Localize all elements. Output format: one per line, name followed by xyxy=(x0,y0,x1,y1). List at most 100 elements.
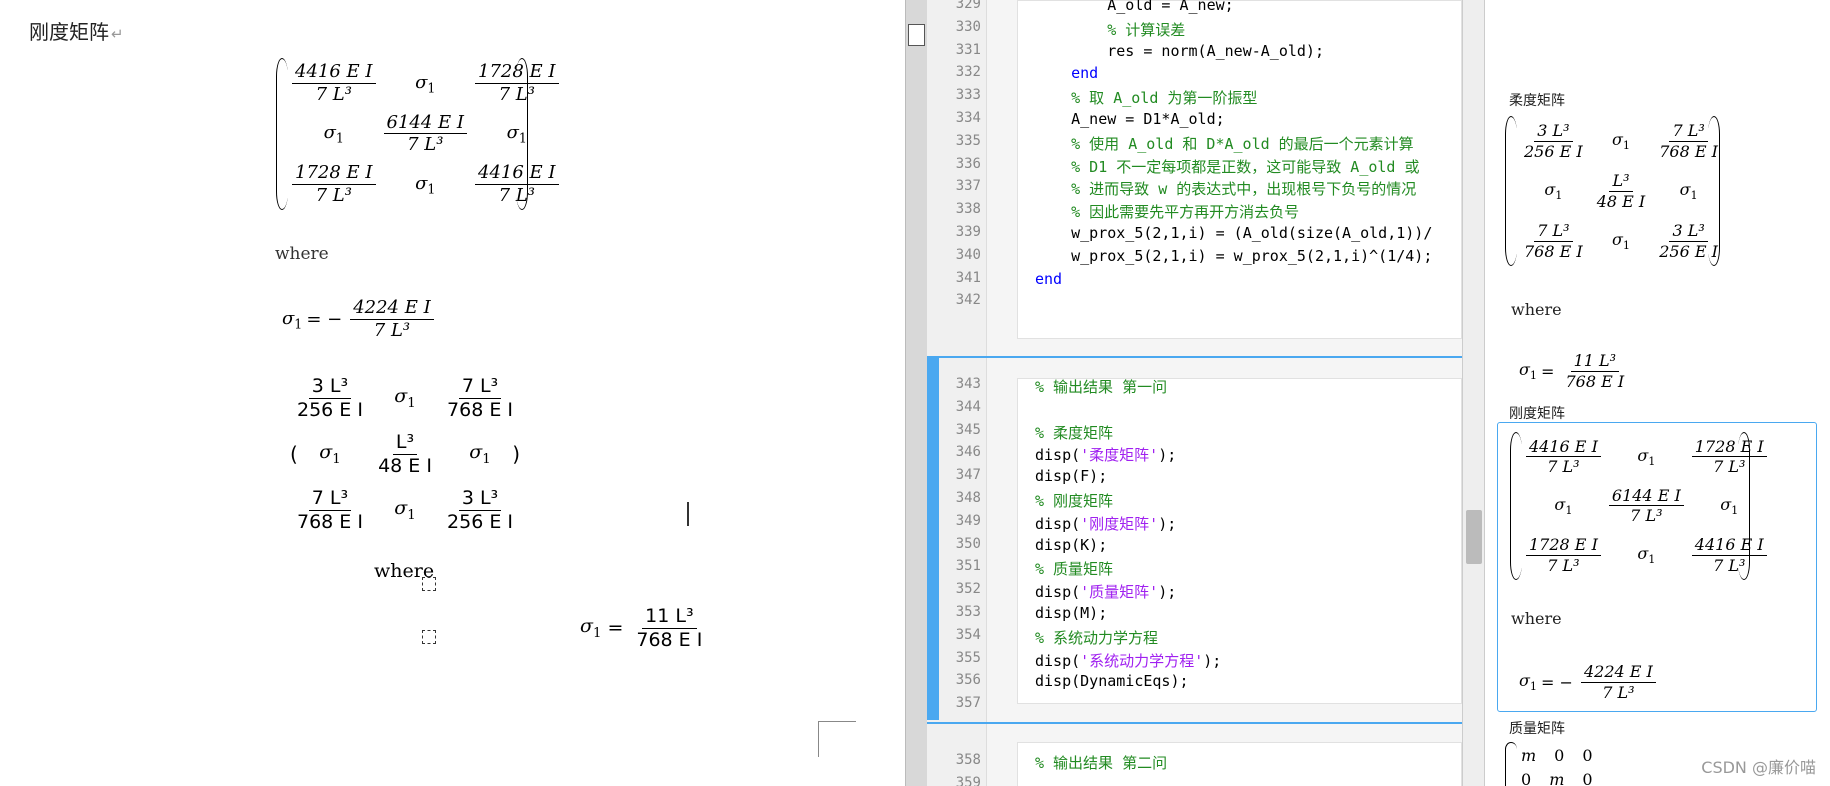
flexibility-matrix-unformatted: ( ) 3 L³ 256 E Iσ1 7 L³ 768 E Iσ1 L³ 48 E Iσ1… xyxy=(290,370,520,538)
line-number: 355 xyxy=(955,649,981,666)
mass-row: 0m0 xyxy=(1521,770,1593,786)
output-label-mass: 质量矩阵 xyxy=(1509,721,1565,737)
left-paren xyxy=(1510,432,1522,580)
line-number: 346 xyxy=(955,444,981,461)
string-literal: '柔度矩阵' xyxy=(1080,446,1159,465)
code-line[interactable]: disp(K); xyxy=(1035,536,1107,554)
code-line[interactable]: disp('质量矩阵'); xyxy=(1035,581,1176,602)
line-number: 329 xyxy=(955,0,981,12)
matrix-cell: σ1 xyxy=(324,122,344,146)
code-line[interactable]: disp(F); xyxy=(1035,467,1107,485)
line-number: 353 xyxy=(955,604,981,620)
code-line[interactable]: disp('柔度矩阵'); xyxy=(1035,444,1176,465)
matrix-cell: 4416 E I7 L³ xyxy=(471,163,563,206)
matrix-cell: 7 L³ 768 E I xyxy=(440,375,520,421)
sigma-symbol: σ1 xyxy=(506,122,527,146)
pane-splitter[interactable] xyxy=(905,0,927,786)
where-label: where xyxy=(275,244,329,264)
output-pane[interactable]: 柔度矩阵 3 L³ 256 E I σ1 7 L³ 768 E I σ1 L³ 48 E I σ… xyxy=(1484,0,1830,786)
fraction: 4224 E I7 L³ xyxy=(350,298,434,341)
output-mass-matrix: m00 0m0 xyxy=(1505,742,1620,786)
matrix-cell: σ1 xyxy=(1680,180,1698,202)
word-document[interactable]: 刚度矩阵 ↵ 4416 E I7 L³ σ1 1728 E I7 L³ σ1 6144 E… xyxy=(0,0,905,786)
where-label: where xyxy=(374,560,435,582)
equation-placeholder[interactable] xyxy=(422,630,436,644)
code-line[interactable]: end xyxy=(1035,270,1062,288)
code-line[interactable]: end xyxy=(1035,64,1098,82)
line-number: 352 xyxy=(955,581,981,598)
fraction: 4416 E I7 L³ xyxy=(1691,536,1767,574)
line-number: 331 xyxy=(955,41,981,58)
code-line[interactable]: A_new = D1*A_old; xyxy=(1035,110,1225,128)
code-line[interactable]: % 输出结果 第二问 xyxy=(1035,752,1167,773)
live-editor[interactable]: 329 A_old = A_new; 330 % 计算误差 331 res = no… xyxy=(927,0,1484,786)
matrix-cell: 4416 E I7 L³ xyxy=(1688,536,1771,574)
code-line[interactable]: % D1 不一定每项都是正数，这可能导致 A_old 或 xyxy=(1035,156,1419,177)
line-number: 332 xyxy=(955,64,981,81)
matrix-cell: 7 L³ 768 E I xyxy=(1652,122,1725,160)
sigma-symbol: σ1 xyxy=(415,172,436,197)
sigma-symbol: σ1 xyxy=(1544,179,1563,203)
code-line[interactable]: w_prox_5(2,1,i) = (A_old(size(A_old,1))/ xyxy=(1035,224,1432,242)
line-number: 337 xyxy=(955,178,981,195)
matrix-cell: σ1 xyxy=(319,441,340,467)
code-line[interactable]: % 因此需要先平方再开方消去负号 xyxy=(1035,201,1299,222)
code-line[interactable]: % 输出结果 第一问 xyxy=(1035,376,1167,397)
fraction: L³ 48 E I xyxy=(378,430,432,477)
text-cursor xyxy=(687,502,689,526)
sigma-equation: σ1 = 11 L³ 768 E I xyxy=(580,606,709,651)
line-number: 344 xyxy=(955,398,981,415)
code-line[interactable]: % 使用 A_old 和 D*A_old 的最后一个元素计算 xyxy=(1035,133,1414,154)
code-line[interactable]: res = norm(A_new-A_old); xyxy=(1035,42,1324,60)
matrix-cell: σ1 xyxy=(415,173,435,197)
code-line[interactable]: disp('刚度矩阵'); xyxy=(1035,513,1176,534)
code-line[interactable]: % 进而导致 w 的表达式中，出现根号下负号的情况 xyxy=(1035,178,1416,199)
matrix-cell: σ1 xyxy=(394,497,415,523)
matrix-cell: L³ 48 E I xyxy=(1590,172,1653,210)
code-line[interactable]: A_old = A_new; xyxy=(1035,0,1233,14)
code-line[interactable]: w_prox_5(2,1,i) = w_prox_5(2,1,i)^(1/4); xyxy=(1035,247,1432,265)
output-flexibility-matrix: 3 L³ 256 E I σ1 7 L³ 768 E I σ1 L³ 48 E I σ1 7 L³… xyxy=(1505,116,1720,266)
matrix-cell: 6144 E I7 L³ xyxy=(1605,487,1688,525)
code-line[interactable]: disp(DynamicEqs); xyxy=(1035,672,1189,690)
matrix-grid: 3 L³ 256 E I σ1 7 L³ 768 E I σ1 L³ 48 E I σ1 7 L³… xyxy=(1517,116,1718,266)
matrix-cell: σ1 xyxy=(394,385,415,411)
sigma-symbol: σ1 xyxy=(415,71,436,96)
line-number: 343 xyxy=(955,376,981,392)
code-line[interactable]: % 系统动力学方程 xyxy=(1035,627,1158,648)
sigma-symbol: σ1 xyxy=(1554,494,1573,518)
screen: 刚度矩阵 ↵ 4416 E I7 L³ σ1 1728 E I7 L³ σ1 6144 E… xyxy=(0,0,1830,786)
code-line[interactable]: % 取 A_old 为第一阶振型 xyxy=(1035,87,1257,108)
scrollbar-thumb[interactable] xyxy=(1466,510,1482,564)
matrix-cell: L³ 48 E I xyxy=(371,430,439,477)
matrix-cell: σ1 xyxy=(1720,495,1738,517)
sigma-symbol: σ1 xyxy=(323,122,344,146)
editor-scrollbar[interactable] xyxy=(1462,0,1484,786)
sigma-symbol: σ1 xyxy=(319,441,341,467)
left-paren xyxy=(1505,742,1517,786)
matrix-cell: σ1 xyxy=(1637,544,1655,566)
fraction: 6144 E I7 L³ xyxy=(383,112,468,156)
code-line[interactable]: % 质量矩阵 xyxy=(1035,558,1113,579)
code-line[interactable]: disp('系统动力学方程'); xyxy=(1035,650,1221,671)
sigma-equation: σ1 = 11 L³ 768 E I xyxy=(1519,352,1631,390)
line-number: 354 xyxy=(955,626,981,643)
left-paren xyxy=(276,58,288,210)
fraction: L³ 48 E I xyxy=(1596,170,1646,211)
fraction: 6144 E I7 L³ xyxy=(1608,487,1684,525)
line-number: 335 xyxy=(955,132,981,149)
where-label: where xyxy=(1511,609,1562,628)
matrix-cell: 4416 E I7 L³ xyxy=(1522,437,1605,476)
line-number: 349 xyxy=(955,512,981,529)
code-line[interactable]: % 计算误差 xyxy=(1035,19,1185,40)
code-line[interactable]: disp(M); xyxy=(1035,604,1107,622)
code-line[interactable]: % 柔度矩阵 xyxy=(1035,422,1113,443)
fraction: 1728 E I7 L³ xyxy=(1691,437,1767,476)
line-number: 330 xyxy=(955,18,981,35)
code-line[interactable]: % 刚度矩阵 xyxy=(1035,490,1113,511)
matrix-cell: 1728 E I7 L³ xyxy=(1688,437,1771,476)
matrix-cell: σ1 xyxy=(1637,446,1655,468)
line-number: 351 xyxy=(955,558,981,575)
collapse-toggle[interactable] xyxy=(908,24,925,46)
matrix-cell: 7 L³ 768 E I xyxy=(1517,222,1590,260)
